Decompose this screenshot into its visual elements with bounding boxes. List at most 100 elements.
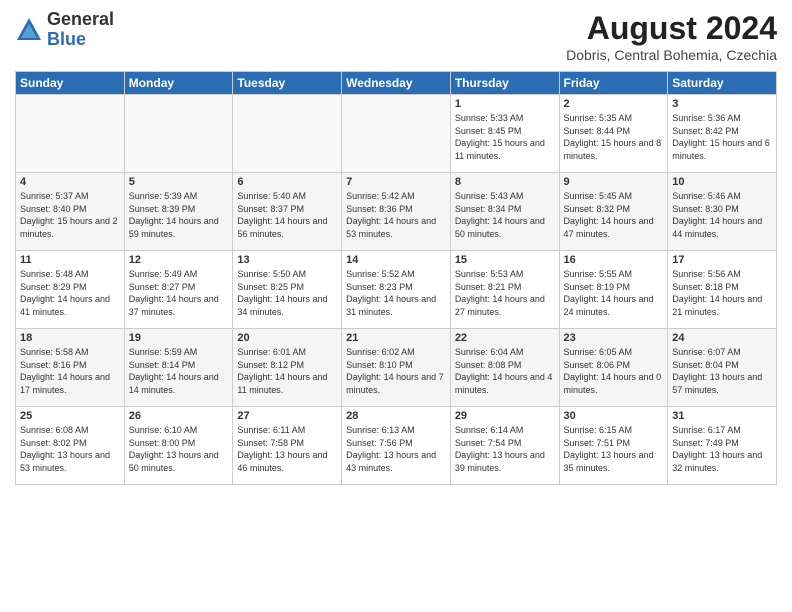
day-info: Sunrise: 6:14 AM Sunset: 7:54 PM Dayligh…: [455, 424, 555, 474]
day-info: Sunrise: 5:56 AM Sunset: 8:18 PM Dayligh…: [672, 268, 772, 318]
logo-blue: Blue: [47, 30, 114, 50]
col-wednesday: Wednesday: [342, 72, 451, 95]
day-number: 5: [129, 176, 229, 188]
col-sunday: Sunday: [16, 72, 125, 95]
day-number: 18: [20, 332, 120, 344]
calendar-cell: 13 Sunrise: 5:50 AM Sunset: 8:25 PM Dayli…: [233, 251, 342, 329]
week-row-2: 11Sunrise: 5:48 AM Sunset: 8:29 PM Dayli…: [16, 251, 777, 329]
calendar-cell: 10 Sunrise: 5:46 AM Sunset: 8:30 PM Dayli…: [668, 173, 777, 251]
day-info: Sunrise: 6:01 AM Sunset: 8:12 PM Dayligh…: [237, 346, 337, 396]
day-number: 7: [346, 176, 446, 188]
day-info: Sunrise: 6:05 AM Sunset: 8:06 PM Dayligh…: [564, 346, 664, 396]
calendar-cell: 4Sunrise: 5:37 AM Sunset: 8:40 PM Daylig…: [16, 173, 125, 251]
calendar-cell: 19 Sunrise: 5:59 AM Sunset: 8:14 PM Dayli…: [124, 329, 233, 407]
calendar-cell: 29 Sunrise: 6:14 AM Sunset: 7:54 PM Dayli…: [450, 407, 559, 485]
logo-general: General: [47, 10, 114, 30]
calendar-cell: 2 Sunrise: 5:35 AM Sunset: 8:44 PM Daylig…: [559, 95, 668, 173]
day-number: 11: [20, 254, 120, 266]
day-info: Sunrise: 6:15 AM Sunset: 7:51 PM Dayligh…: [564, 424, 664, 474]
week-row-1: 4Sunrise: 5:37 AM Sunset: 8:40 PM Daylig…: [16, 173, 777, 251]
day-number: 27: [237, 410, 337, 422]
calendar-cell: 21 Sunrise: 6:02 AM Sunset: 8:10 PM Dayli…: [342, 329, 451, 407]
day-info: Sunrise: 5:59 AM Sunset: 8:14 PM Dayligh…: [129, 346, 229, 396]
day-info: Sunrise: 5:42 AM Sunset: 8:36 PM Dayligh…: [346, 190, 446, 240]
day-info: Sunrise: 5:52 AM Sunset: 8:23 PM Dayligh…: [346, 268, 446, 318]
day-info: Sunrise: 6:04 AM Sunset: 8:08 PM Dayligh…: [455, 346, 555, 396]
calendar-cell: 16Sunrise: 5:55 AM Sunset: 8:19 PM Dayli…: [559, 251, 668, 329]
calendar-body: 1 Sunrise: 5:33 AM Sunset: 8:45 PM Daylig…: [16, 95, 777, 485]
calendar-cell: 7 Sunrise: 5:42 AM Sunset: 8:36 PM Daylig…: [342, 173, 451, 251]
day-number: 1: [455, 98, 555, 110]
day-info: Sunrise: 6:10 AM Sunset: 8:00 PM Dayligh…: [129, 424, 229, 474]
month-title: August 2024: [566, 10, 777, 47]
calendar-cell: 22 Sunrise: 6:04 AM Sunset: 8:08 PM Dayli…: [450, 329, 559, 407]
day-number: 2: [564, 98, 664, 110]
calendar-cell: 24Sunrise: 6:07 AM Sunset: 8:04 PM Dayli…: [668, 329, 777, 407]
calendar-cell: 30 Sunrise: 6:15 AM Sunset: 7:51 PM Dayli…: [559, 407, 668, 485]
day-info: Sunrise: 5:39 AM Sunset: 8:39 PM Dayligh…: [129, 190, 229, 240]
week-row-4: 25 Sunrise: 6:08 AM Sunset: 8:02 PM Dayli…: [16, 407, 777, 485]
calendar-cell: 18 Sunrise: 5:58 AM Sunset: 8:16 PM Dayli…: [16, 329, 125, 407]
calendar-cell: [16, 95, 125, 173]
calendar-cell: [124, 95, 233, 173]
day-number: 6: [237, 176, 337, 188]
calendar-cell: [342, 95, 451, 173]
day-info: Sunrise: 6:17 AM Sunset: 7:49 PM Dayligh…: [672, 424, 772, 474]
day-info: Sunrise: 5:45 AM Sunset: 8:32 PM Dayligh…: [564, 190, 664, 240]
calendar-cell: 20 Sunrise: 6:01 AM Sunset: 8:12 PM Dayli…: [233, 329, 342, 407]
calendar-cell: 3 Sunrise: 5:36 AM Sunset: 8:42 PM Daylig…: [668, 95, 777, 173]
day-info: Sunrise: 6:11 AM Sunset: 7:58 PM Dayligh…: [237, 424, 337, 474]
col-monday: Monday: [124, 72, 233, 95]
col-thursday: Thursday: [450, 72, 559, 95]
week-row-3: 18 Sunrise: 5:58 AM Sunset: 8:16 PM Dayli…: [16, 329, 777, 407]
calendar-cell: 11Sunrise: 5:48 AM Sunset: 8:29 PM Dayli…: [16, 251, 125, 329]
day-number: 15: [455, 254, 555, 266]
day-info: Sunrise: 5:33 AM Sunset: 8:45 PM Dayligh…: [455, 112, 555, 162]
calendar-cell: 8Sunrise: 5:43 AM Sunset: 8:34 PM Daylig…: [450, 173, 559, 251]
day-number: 30: [564, 410, 664, 422]
logo-icon: [15, 16, 43, 44]
day-info: Sunrise: 6:02 AM Sunset: 8:10 PM Dayligh…: [346, 346, 446, 396]
calendar-cell: 14Sunrise: 5:52 AM Sunset: 8:23 PM Dayli…: [342, 251, 451, 329]
day-number: 22: [455, 332, 555, 344]
day-number: 21: [346, 332, 446, 344]
calendar-cell: 5 Sunrise: 5:39 AM Sunset: 8:39 PM Daylig…: [124, 173, 233, 251]
day-number: 10: [672, 176, 772, 188]
calendar-cell: [233, 95, 342, 173]
day-number: 20: [237, 332, 337, 344]
col-saturday: Saturday: [668, 72, 777, 95]
day-number: 19: [129, 332, 229, 344]
day-info: Sunrise: 6:13 AM Sunset: 7:56 PM Dayligh…: [346, 424, 446, 474]
logo: General Blue: [15, 10, 114, 50]
day-number: 12: [129, 254, 229, 266]
day-number: 31: [672, 410, 772, 422]
day-info: Sunrise: 5:46 AM Sunset: 8:30 PM Dayligh…: [672, 190, 772, 240]
header: General Blue August 2024 Dobris, Central…: [15, 10, 777, 63]
day-number: 3: [672, 98, 772, 110]
day-info: Sunrise: 5:49 AM Sunset: 8:27 PM Dayligh…: [129, 268, 229, 318]
day-number: 13: [237, 254, 337, 266]
calendar-cell: 6 Sunrise: 5:40 AM Sunset: 8:37 PM Daylig…: [233, 173, 342, 251]
calendar-cell: 12 Sunrise: 5:49 AM Sunset: 8:27 PM Dayli…: [124, 251, 233, 329]
calendar-cell: 23 Sunrise: 6:05 AM Sunset: 8:06 PM Dayli…: [559, 329, 668, 407]
location: Dobris, Central Bohemia, Czechia: [566, 47, 777, 63]
calendar-cell: 1 Sunrise: 5:33 AM Sunset: 8:45 PM Daylig…: [450, 95, 559, 173]
day-number: 28: [346, 410, 446, 422]
day-info: Sunrise: 5:50 AM Sunset: 8:25 PM Dayligh…: [237, 268, 337, 318]
day-number: 23: [564, 332, 664, 344]
day-number: 25: [20, 410, 120, 422]
day-info: Sunrise: 5:36 AM Sunset: 8:42 PM Dayligh…: [672, 112, 772, 162]
day-number: 29: [455, 410, 555, 422]
calendar-cell: 17 Sunrise: 5:56 AM Sunset: 8:18 PM Dayli…: [668, 251, 777, 329]
header-row: Sunday Monday Tuesday Wednesday Thursday…: [16, 72, 777, 95]
calendar-header: Sunday Monday Tuesday Wednesday Thursday…: [16, 72, 777, 95]
calendar-cell: 27 Sunrise: 6:11 AM Sunset: 7:58 PM Dayli…: [233, 407, 342, 485]
calendar: Sunday Monday Tuesday Wednesday Thursday…: [15, 71, 777, 485]
week-row-0: 1 Sunrise: 5:33 AM Sunset: 8:45 PM Daylig…: [16, 95, 777, 173]
day-info: Sunrise: 5:40 AM Sunset: 8:37 PM Dayligh…: [237, 190, 337, 240]
day-info: Sunrise: 6:08 AM Sunset: 8:02 PM Dayligh…: [20, 424, 120, 474]
day-info: Sunrise: 5:35 AM Sunset: 8:44 PM Dayligh…: [564, 112, 664, 162]
day-number: 17: [672, 254, 772, 266]
day-info: Sunrise: 5:58 AM Sunset: 8:16 PM Dayligh…: [20, 346, 120, 396]
calendar-cell: 26Sunrise: 6:10 AM Sunset: 8:00 PM Dayli…: [124, 407, 233, 485]
